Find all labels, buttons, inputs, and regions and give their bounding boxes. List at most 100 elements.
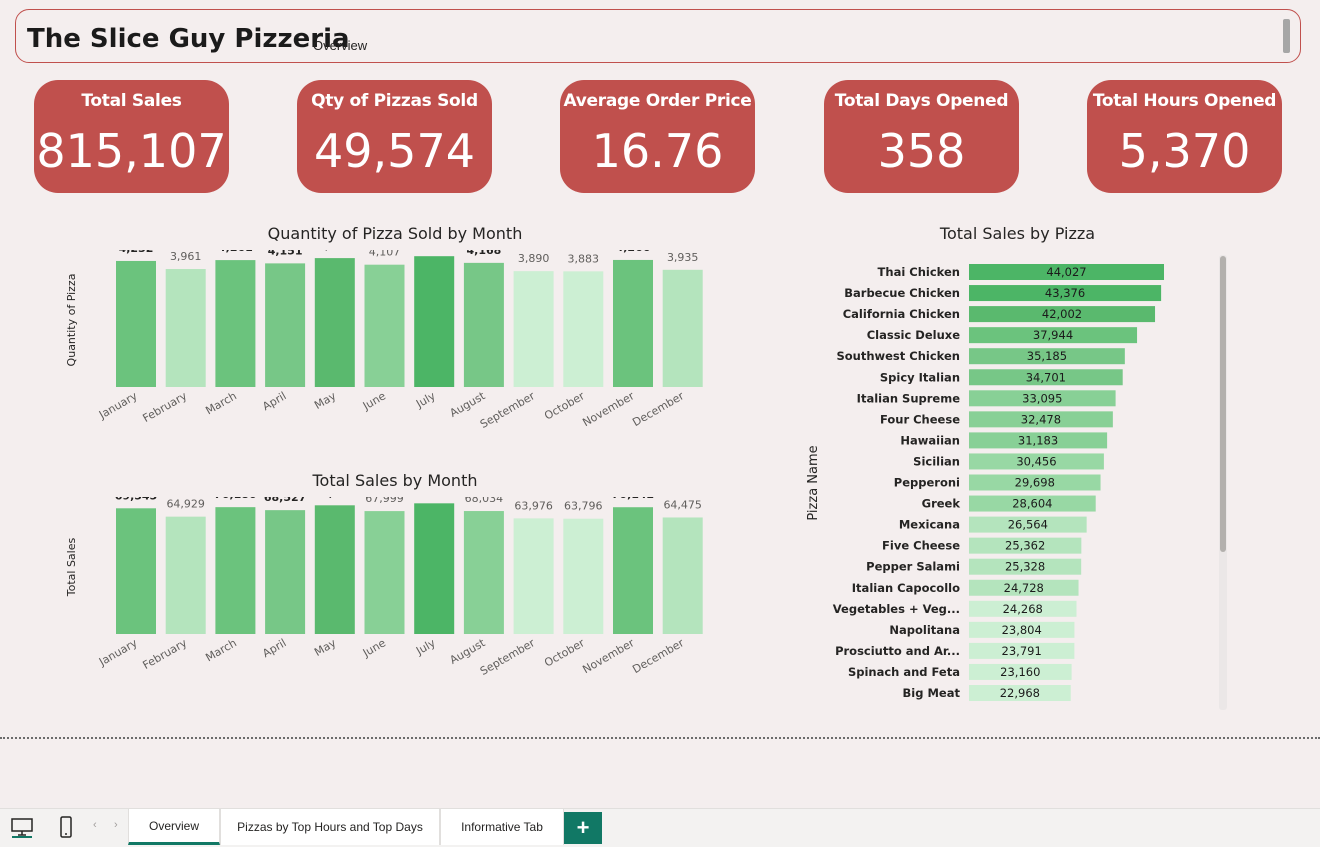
- qty-bar[interactable]: [364, 264, 405, 387]
- sales-bar[interactable]: [513, 518, 554, 634]
- tab-prev-icon[interactable]: ‹: [93, 819, 97, 831]
- qty-data-label: 3,890: [518, 252, 550, 265]
- sales-tick-label: December: [630, 636, 686, 676]
- mobile-layout-icon[interactable]: [54, 815, 78, 839]
- qty-data-label: 4,107: [369, 250, 401, 259]
- sales-bar[interactable]: [314, 505, 355, 634]
- pizza-category-label: Thai Chicken: [878, 265, 960, 279]
- qty-data-label: 3,883: [568, 252, 600, 265]
- report-title-bar: The Slice Guy Pizzeria Overview: [15, 9, 1301, 63]
- tab-overview[interactable]: Overview: [128, 809, 220, 845]
- qty-bar[interactable]: [265, 263, 306, 387]
- qty-bar[interactable]: [414, 256, 455, 387]
- sales-data-label: 63,796: [564, 500, 603, 513]
- pizza-data-label: 35,185: [1027, 349, 1067, 363]
- qty-bar[interactable]: [165, 269, 206, 387]
- pizza-category-label: Hawaiian: [900, 433, 960, 447]
- sales-bar[interactable]: [414, 503, 455, 634]
- sales-bar[interactable]: [563, 518, 604, 634]
- qty-data-label: 4,151: [268, 250, 303, 257]
- pizza-data-label: 25,328: [1005, 560, 1045, 574]
- sales-data-label: 64,475: [663, 498, 702, 511]
- kpi-card-avg-order-price[interactable]: Average Order Price 16.76: [560, 80, 755, 193]
- qty-tick-label: March: [203, 389, 239, 417]
- sales-bar[interactable]: [613, 507, 653, 634]
- pizza-category-label: Italian Capocollo: [852, 581, 960, 595]
- pizza-category-label: Sicilian: [913, 454, 960, 468]
- kpi-card-days-opened[interactable]: Total Days Opened 358: [824, 80, 1019, 193]
- tab-informative[interactable]: Informative Tab: [440, 809, 564, 845]
- kpi-card-total-sales[interactable]: Total Sales 815,107: [34, 80, 229, 193]
- qty-tick-label: January: [96, 389, 140, 422]
- kpi-value: 815,107: [36, 124, 227, 178]
- qty-bar[interactable]: [513, 271, 554, 387]
- sales-by-pizza-chart[interactable]: Pizza Name Thai Chicken 44,027 Barbecue Chi…: [795, 255, 1235, 715]
- kpi-card-qty-sold[interactable]: Qty of Pizzas Sold 49,574: [297, 80, 492, 193]
- pizza-data-label: 24,728: [1004, 581, 1044, 595]
- sales-bar[interactable]: [662, 517, 703, 634]
- tab-top-hours-days[interactable]: Pizzas by Top Hours and Top Days: [220, 809, 440, 845]
- add-page-button[interactable]: +: [564, 812, 602, 844]
- pizza-data-label: 31,183: [1018, 433, 1058, 447]
- sales-tick-label: August: [448, 636, 488, 667]
- pizza-category-label: Spicy Italian: [880, 370, 960, 384]
- qty-data-label: 3,961: [170, 250, 202, 263]
- qty-bar[interactable]: [463, 262, 504, 387]
- page-tab-bar: ‹ › Overview Pizzas by Top Hours and Top…: [0, 808, 1320, 847]
- pizza-data-label: 23,160: [1000, 665, 1040, 679]
- sales-tick-label: January: [96, 636, 140, 669]
- sales-bar[interactable]: [265, 510, 306, 634]
- sales-bar[interactable]: [364, 511, 405, 634]
- desktop-layout-icon[interactable]: [10, 815, 34, 839]
- sales-data-label: 70,180: [214, 497, 257, 501]
- pizza-category-label: Big Meat: [903, 686, 961, 700]
- pizza-data-label: 42,002: [1042, 307, 1082, 321]
- qty-bar[interactable]: [662, 269, 703, 387]
- sales-bar[interactable]: [165, 516, 206, 634]
- page-divider: [0, 737, 1320, 739]
- kpi-card-hours-opened[interactable]: Total Hours Opened 5,370: [1087, 80, 1282, 193]
- pizza-data-label: 29,698: [1015, 476, 1055, 490]
- pizza-data-label: 25,362: [1005, 539, 1045, 553]
- pizza-category-label: Italian Supreme: [857, 391, 961, 405]
- qty-bar[interactable]: [314, 258, 355, 387]
- qty-tick-label: August: [448, 389, 488, 420]
- pizza-category-label: Spinach and Feta: [848, 665, 960, 679]
- pizza-category-label: Napolitana: [889, 623, 960, 637]
- pizza-category-label: California Chicken: [843, 307, 960, 321]
- qty-data-label: 4,232: [119, 250, 154, 255]
- title-scrollbar[interactable]: [1283, 19, 1290, 53]
- pizza-data-label: 23,791: [1002, 644, 1042, 658]
- kpi-value: 49,574: [314, 124, 475, 178]
- sales-by-month-chart[interactable]: Total Sales 69,545 January 64,929 February 70…: [55, 497, 725, 697]
- kpi-label: Total Hours Opened: [1092, 91, 1277, 111]
- pizza-category-label: Pepperoni: [894, 476, 960, 490]
- sales-tick-label: March: [203, 636, 239, 664]
- pizza-category-label: Five Cheese: [882, 539, 960, 553]
- pizza-chart-scrollbar-thumb[interactable]: [1220, 256, 1226, 552]
- qty-by-month-chart[interactable]: Quantity of Pizza 4,232 January 3,961 Februa…: [55, 250, 725, 450]
- pizza-category-label: Vegetables + Veg...: [833, 602, 960, 616]
- sales-bar[interactable]: [215, 507, 256, 634]
- qty-bar[interactable]: [613, 259, 653, 387]
- pizza-data-label: 28,604: [1012, 497, 1052, 511]
- qty-bar[interactable]: [215, 260, 256, 387]
- pizza-data-label: 23,804: [1002, 623, 1042, 637]
- pizza-category-label: Southwest Chicken: [836, 349, 960, 363]
- pizza-category-label: Four Cheese: [880, 412, 960, 426]
- qty-data-label: 4,168: [467, 250, 502, 257]
- qty-tick-label: April: [260, 389, 288, 413]
- sales-bar[interactable]: [116, 508, 156, 634]
- tab-next-icon[interactable]: ›: [114, 819, 118, 831]
- qty-data-label: 4,328: [317, 250, 352, 252]
- qty-y-axis-label: Quantity of Pizza: [65, 274, 78, 367]
- pizza-chart-title: Total Sales by Pizza: [939, 224, 1096, 243]
- pizza-data-label: 34,701: [1026, 370, 1066, 384]
- qty-bar[interactable]: [563, 271, 604, 387]
- page-title: The Slice Guy Pizzeria: [27, 24, 350, 54]
- sales-bar[interactable]: [463, 511, 504, 634]
- qty-tick-label: June: [360, 389, 388, 413]
- qty-bar[interactable]: [116, 260, 156, 387]
- page-subtitle: Overview: [313, 38, 368, 53]
- pizza-category-label: Pepper Salami: [866, 560, 960, 574]
